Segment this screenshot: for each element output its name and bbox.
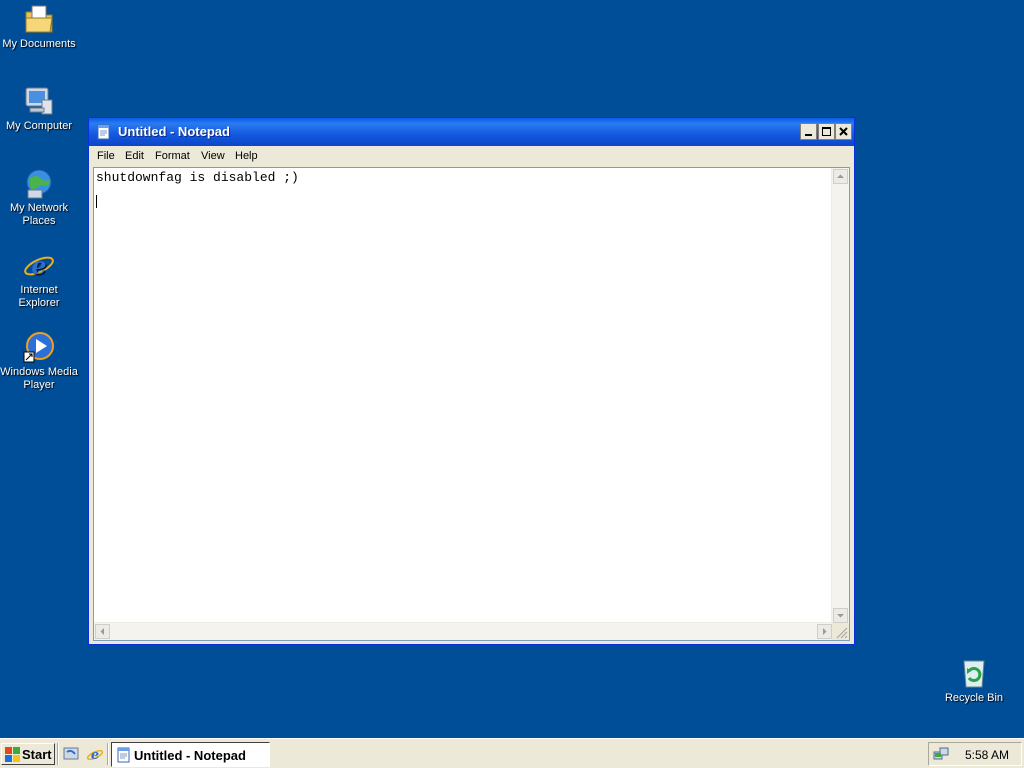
notepad-window: Untitled - Notepad File Edit Format View… — [88, 117, 855, 645]
desktop-icon-label-line2: Explorer — [18, 297, 60, 309]
title-bar[interactable]: Untitled - Notepad — [89, 118, 854, 146]
resize-grip-icon — [836, 627, 848, 639]
arrow-up-icon — [837, 174, 844, 178]
desktop-icon-label: My Computer — [5, 120, 73, 132]
text-editor[interactable]: shutdownfag is disabled ;) — [93, 167, 850, 641]
resize-grip[interactable] — [832, 623, 849, 640]
windows-logo-icon — [5, 747, 20, 762]
taskbar-separator — [57, 743, 59, 765]
menu-view[interactable]: View — [201, 150, 225, 162]
notepad-icon — [97, 124, 110, 140]
menu-edit[interactable]: Edit — [125, 150, 144, 162]
taskbar-button-notepad[interactable]: Untitled - Notepad — [111, 742, 270, 767]
desktop-icon-label-line1: Windows Media — [0, 366, 78, 378]
desktop-icon-windows-media-player[interactable]: Windows Media Player — [0, 330, 78, 392]
horizontal-scrollbar[interactable] — [94, 622, 833, 640]
text-caret — [96, 195, 97, 208]
start-label: Start — [22, 747, 52, 762]
internet-explorer-quicklaunch-icon[interactable]: e — [86, 745, 104, 763]
svg-text:e: e — [91, 748, 99, 763]
scroll-up-button[interactable] — [833, 169, 848, 184]
start-button[interactable]: Start — [1, 743, 55, 765]
notepad-icon — [117, 747, 130, 763]
close-icon — [839, 127, 848, 136]
scroll-right-button[interactable] — [817, 624, 832, 639]
desktop-icon-label: Recycle Bin — [944, 692, 1004, 704]
network-places-icon — [26, 169, 52, 199]
show-desktop-icon[interactable] — [62, 745, 80, 763]
arrow-down-icon — [837, 614, 844, 618]
clock[interactable]: 5:58 AM — [965, 748, 1009, 762]
internet-explorer-icon: e — [24, 251, 54, 280]
maximize-icon — [822, 127, 831, 136]
arrow-left-icon — [100, 628, 104, 635]
minimize-icon — [805, 134, 812, 136]
system-tray: 5:58 AM — [928, 742, 1022, 766]
menu-format[interactable]: Format — [155, 150, 190, 162]
svg-text:e: e — [31, 251, 46, 280]
taskbar-separator — [107, 743, 109, 765]
desktop-icon-label-line1: Internet — [20, 284, 58, 296]
arrow-right-icon — [823, 628, 827, 635]
desktop-icon-recycle-bin[interactable]: Recycle Bin — [935, 656, 1013, 705]
recycle-bin-icon — [963, 660, 985, 688]
desktop-icon-label-line2: Player — [23, 379, 55, 391]
minimize-button[interactable] — [800, 123, 817, 140]
menu-bar: File Edit Format View Help — [92, 146, 851, 166]
scroll-down-button[interactable] — [833, 608, 848, 623]
taskbar: Start e Untitled - Notepad 5:58 AM — [0, 738, 1024, 768]
scroll-left-button[interactable] — [95, 624, 110, 639]
my-computer-icon — [25, 87, 53, 115]
menu-file[interactable]: File — [97, 150, 115, 162]
taskbar-button-label: Untitled - Notepad — [134, 748, 246, 763]
desktop-icon-my-computer[interactable]: My Computer — [0, 84, 78, 133]
maximize-button[interactable] — [818, 123, 835, 140]
menu-help[interactable]: Help — [235, 150, 258, 162]
editor-text-line: shutdownfag is disabled ;) — [96, 170, 299, 185]
desktop-icon-my-documents[interactable]: My Documents — [0, 2, 78, 51]
network-tray-icon[interactable] — [933, 746, 949, 762]
my-documents-icon — [25, 5, 53, 33]
desktop-icon-internet-explorer[interactable]: e Internet Explorer — [0, 248, 78, 310]
desktop-icon-my-network-places[interactable]: My Network Places — [0, 166, 78, 228]
window-title: Untitled - Notepad — [118, 124, 230, 139]
close-button[interactable] — [835, 123, 852, 140]
vertical-scrollbar[interactable] — [831, 168, 849, 624]
desktop-icon-label-line1: My Network — [9, 202, 69, 214]
windows-media-player-icon — [23, 332, 54, 363]
desktop-icon-label: My Documents — [2, 38, 76, 50]
desktop-icon-label-line2: Places — [22, 215, 56, 227]
